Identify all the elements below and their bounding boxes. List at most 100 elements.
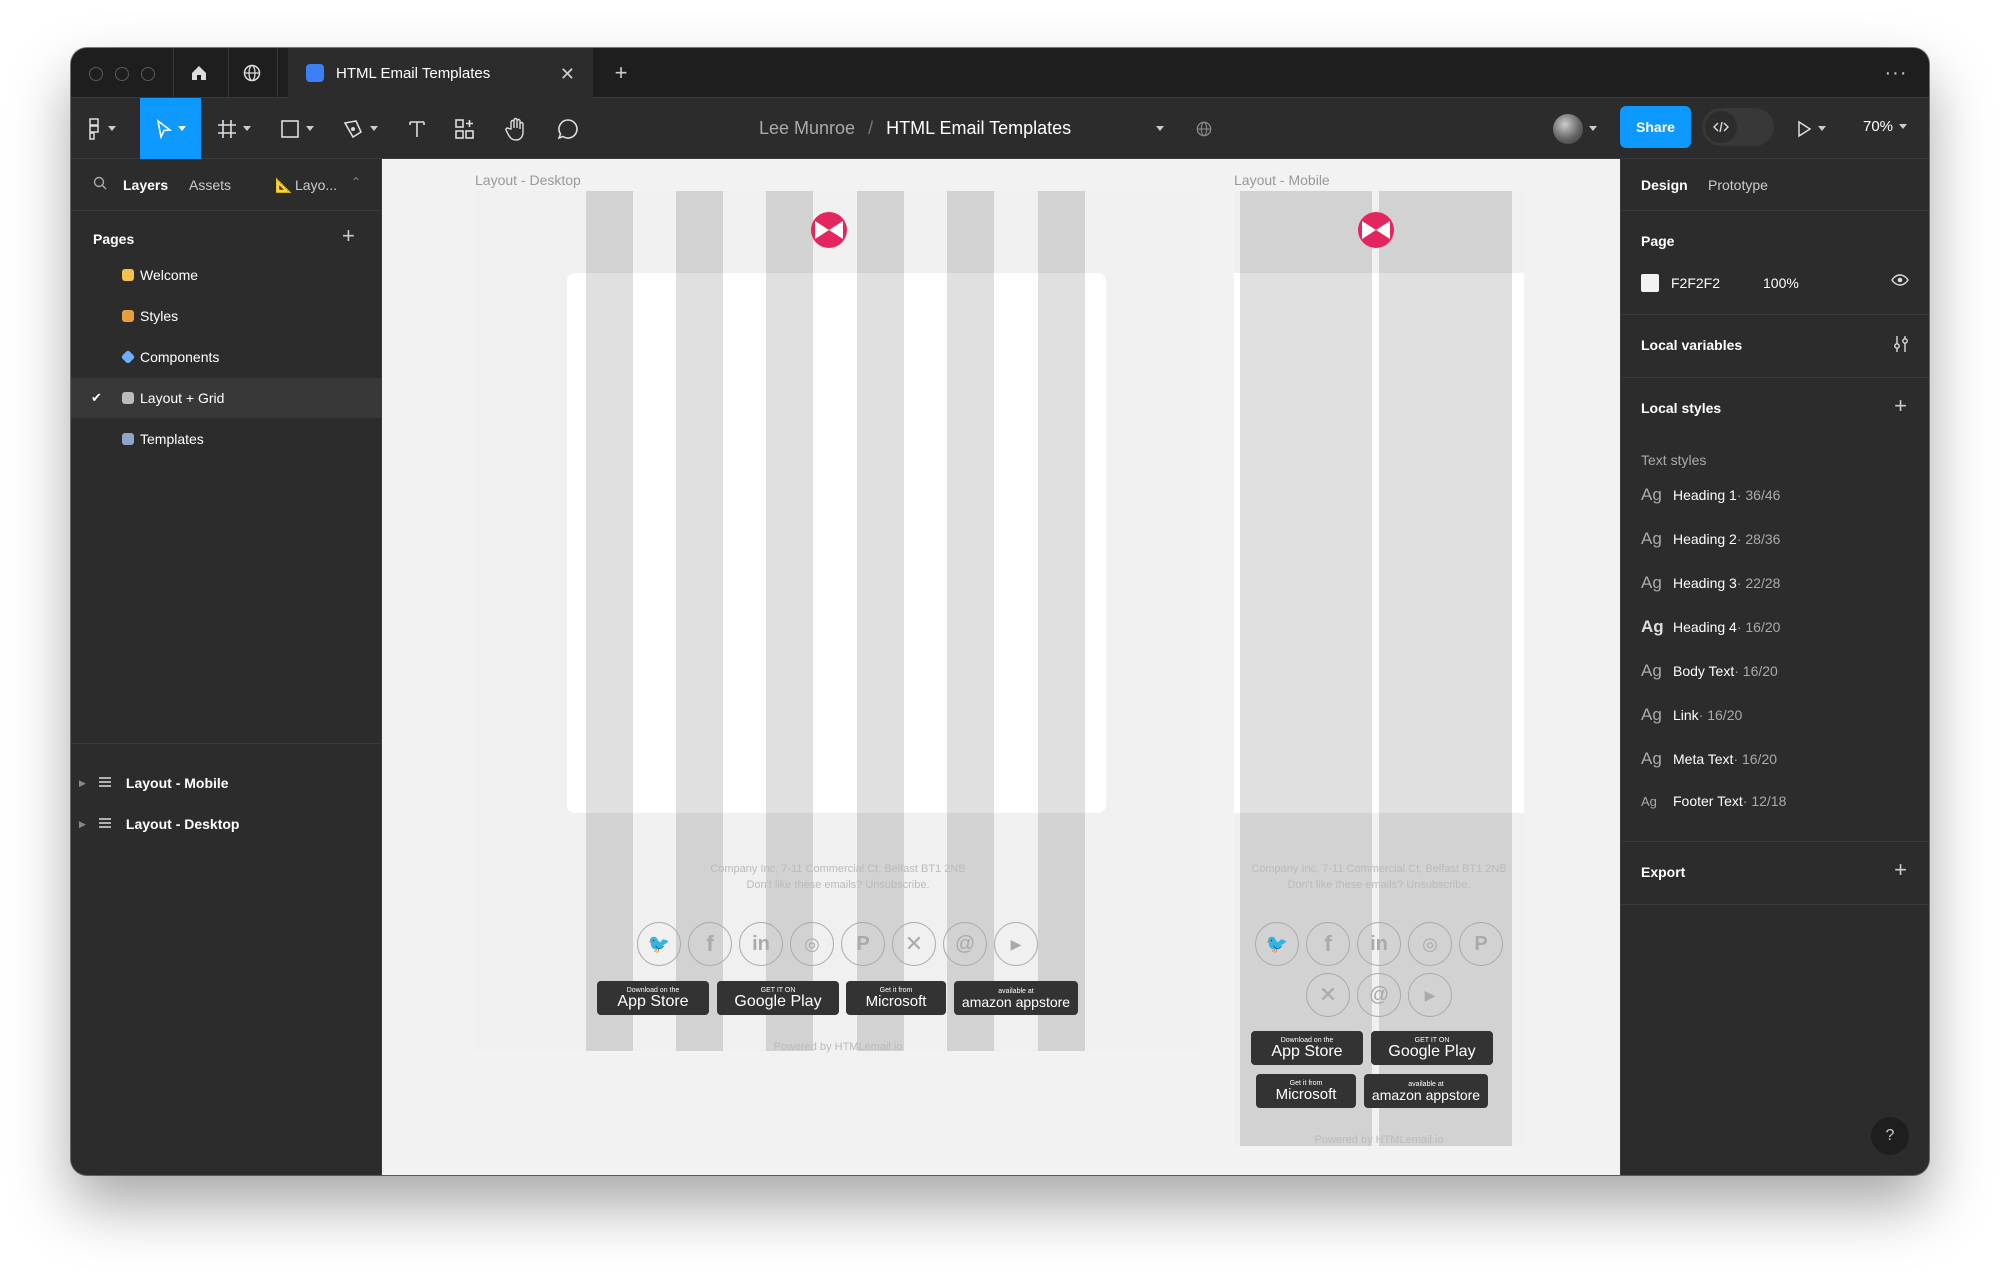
add-export-icon[interactable]: +	[1894, 857, 1907, 883]
page-item-components[interactable]: Components	[71, 337, 381, 377]
app-store-badge[interactable]: Download on the App Store	[597, 981, 709, 1015]
app-store-badge[interactable]: Download on the App Store	[1251, 1031, 1363, 1065]
minimize-window-button[interactable]	[115, 67, 129, 81]
mobile-frame[interactable]: Company Inc, 7-11 Commercial Ct, Belfast…	[1234, 191, 1524, 1146]
eye-icon[interactable]	[1891, 273, 1909, 292]
desktop-frame-label[interactable]: Layout - Desktop	[475, 172, 581, 188]
text-style-meta-text[interactable]: Ag Meta Text · 16/20	[1641, 749, 1777, 769]
threads-icon[interactable]: @	[943, 922, 987, 966]
present-play-button[interactable]	[1791, 98, 1831, 159]
comment-tool-button[interactable]	[547, 98, 589, 159]
x-icon[interactable]: ✕	[1306, 973, 1350, 1017]
microsoft-badge[interactable]: Get it from Microsoft	[846, 981, 946, 1015]
chevron-up-icon[interactable]: ⌃	[351, 175, 361, 189]
threads-icon[interactable]: @	[1357, 973, 1401, 1017]
linkedin-icon[interactable]: in	[739, 922, 783, 966]
add-style-icon[interactable]: +	[1894, 393, 1907, 419]
linkedin-icon[interactable]: in	[1357, 922, 1401, 966]
home-icon[interactable]	[186, 60, 212, 86]
instagram-icon[interactable]: ◎	[790, 922, 834, 966]
page-item-templates[interactable]: Templates	[71, 419, 381, 459]
twitter-icon[interactable]: 🐦	[637, 922, 681, 966]
new-tab-icon[interactable]: +	[608, 60, 634, 86]
help-button[interactable]: ?	[1871, 1117, 1909, 1155]
tab-current-page[interactable]: Layo...	[295, 177, 337, 193]
language-globe-icon[interactable]	[1189, 98, 1219, 159]
page-item-styles[interactable]: Styles	[71, 296, 381, 336]
more-options-icon[interactable]: ···	[1883, 60, 1909, 86]
google-play-badge[interactable]: GET IT ON Google Play	[717, 981, 839, 1015]
microsoft-badge[interactable]: Get it from Microsoft	[1256, 1074, 1356, 1108]
tab-layers[interactable]: Layers	[123, 177, 168, 193]
footer-address-text: Company Inc, 7-11 Commercial Ct, Belfast…	[1251, 863, 1507, 875]
footer-unsubscribe-text: Don't like these emails? Unsubscribe.	[1287, 879, 1471, 891]
powered-by-text: Powered by HTMLemail.io	[773, 1041, 903, 1053]
layer-layout-desktop[interactable]: ▶ Layout - Desktop	[71, 804, 381, 844]
text-tool-button[interactable]	[398, 98, 436, 159]
page-ruler-icon: 📐	[275, 177, 293, 193]
pinterest-icon[interactable]: P	[841, 922, 885, 966]
close-tab-icon[interactable]: ✕	[560, 64, 575, 85]
text-style-heading-4[interactable]: Ag Heading 4 · 16/20	[1641, 617, 1780, 637]
file-menu-chevron-icon[interactable]	[1145, 98, 1175, 159]
google-play-badge[interactable]: GET IT ON Google Play	[1371, 1031, 1493, 1065]
page-color-swatch[interactable]	[1641, 274, 1659, 292]
page-item-layout-grid[interactable]: ✔ Layout + Grid	[71, 378, 381, 418]
mobile-frame-label[interactable]: Layout - Mobile	[1234, 172, 1330, 188]
move-tool-button[interactable]	[140, 98, 201, 159]
local-variables-heading[interactable]: Local variables	[1641, 337, 1742, 353]
local-styles-heading: Local styles	[1641, 400, 1722, 416]
text-style-link[interactable]: Ag Link · 16/20	[1641, 705, 1742, 725]
tab-design[interactable]: Design	[1641, 177, 1688, 193]
frame-tool-button[interactable]	[211, 98, 257, 159]
pages-heading: Pages	[93, 231, 135, 247]
canvas[interactable]: Layout - Desktop Layout - Mobile Company…	[382, 159, 1620, 1175]
instagram-icon[interactable]: ◎	[1408, 922, 1452, 966]
auto-layout-icon	[98, 775, 112, 791]
close-window-button[interactable]	[89, 67, 103, 81]
expand-arrow-icon[interactable]: ▶	[79, 778, 86, 789]
brand-logo-icon	[1358, 212, 1394, 248]
breadcrumb: Lee Munroe / HTML Email Templates	[759, 118, 1072, 138]
community-globe-icon[interactable]	[239, 60, 265, 86]
text-style-heading-1[interactable]: Ag Heading 1 · 36/46	[1641, 485, 1780, 505]
hand-tool-button[interactable]	[495, 98, 537, 159]
main-menu-button[interactable]	[81, 98, 121, 159]
text-style-body-text[interactable]: Ag Body Text · 16/20	[1641, 661, 1778, 681]
search-layers-icon[interactable]	[93, 176, 107, 193]
zoom-dropdown[interactable]: 70%	[1863, 118, 1908, 135]
amazon-appstore-badge[interactable]: available at amazon appstore	[954, 981, 1078, 1015]
page-opacity-value[interactable]: 100%	[1763, 275, 1799, 291]
amazon-appstore-badge[interactable]: available at amazon appstore	[1364, 1074, 1488, 1108]
page-color-value[interactable]: F2F2F2	[1671, 275, 1720, 291]
text-style-footer-text[interactable]: Ag Footer Text · 12/18	[1641, 793, 1786, 809]
expand-arrow-icon[interactable]: ▶	[79, 819, 86, 830]
text-style-heading-2[interactable]: Ag Heading 2 · 28/36	[1641, 529, 1780, 549]
pen-tool-button[interactable]	[337, 98, 383, 159]
text-style-heading-3[interactable]: Ag Heading 3 · 22/28	[1641, 573, 1780, 593]
x-icon[interactable]: ✕	[892, 922, 936, 966]
youtube-icon[interactable]: ▶	[1408, 973, 1452, 1017]
add-page-icon[interactable]: +	[342, 223, 355, 249]
desktop-frame[interactable]: Company Inc, 7-11 Commercial Ct, Belfast…	[475, 191, 1201, 1053]
user-avatar[interactable]	[1547, 98, 1603, 159]
resources-tool-button[interactable]	[444, 98, 486, 159]
pinterest-icon[interactable]: P	[1459, 922, 1503, 966]
shape-tool-button[interactable]	[274, 98, 320, 159]
facebook-icon[interactable]: f	[1306, 922, 1350, 966]
team-name[interactable]: Lee Munroe	[759, 118, 855, 138]
tab-prototype[interactable]: Prototype	[1708, 177, 1768, 193]
tab-assets[interactable]: Assets	[189, 177, 231, 193]
layer-layout-mobile[interactable]: ▶ Layout - Mobile	[71, 763, 381, 803]
variables-sliders-icon[interactable]	[1893, 335, 1909, 358]
social-icons-grid: 🐦 f in ◎ P ✕ @ ▶	[1249, 922, 1509, 1017]
youtube-icon[interactable]: ▶	[994, 922, 1038, 966]
dev-mode-toggle[interactable]	[1702, 108, 1774, 146]
twitter-icon[interactable]: 🐦	[1255, 922, 1299, 966]
file-name[interactable]: HTML Email Templates	[886, 118, 1071, 138]
share-button[interactable]: Share	[1620, 106, 1691, 148]
file-tab[interactable]: HTML Email Templates ✕	[288, 48, 593, 98]
maximize-window-button[interactable]	[141, 67, 155, 81]
facebook-icon[interactable]: f	[688, 922, 732, 966]
page-item-welcome[interactable]: Welcome	[71, 255, 381, 295]
